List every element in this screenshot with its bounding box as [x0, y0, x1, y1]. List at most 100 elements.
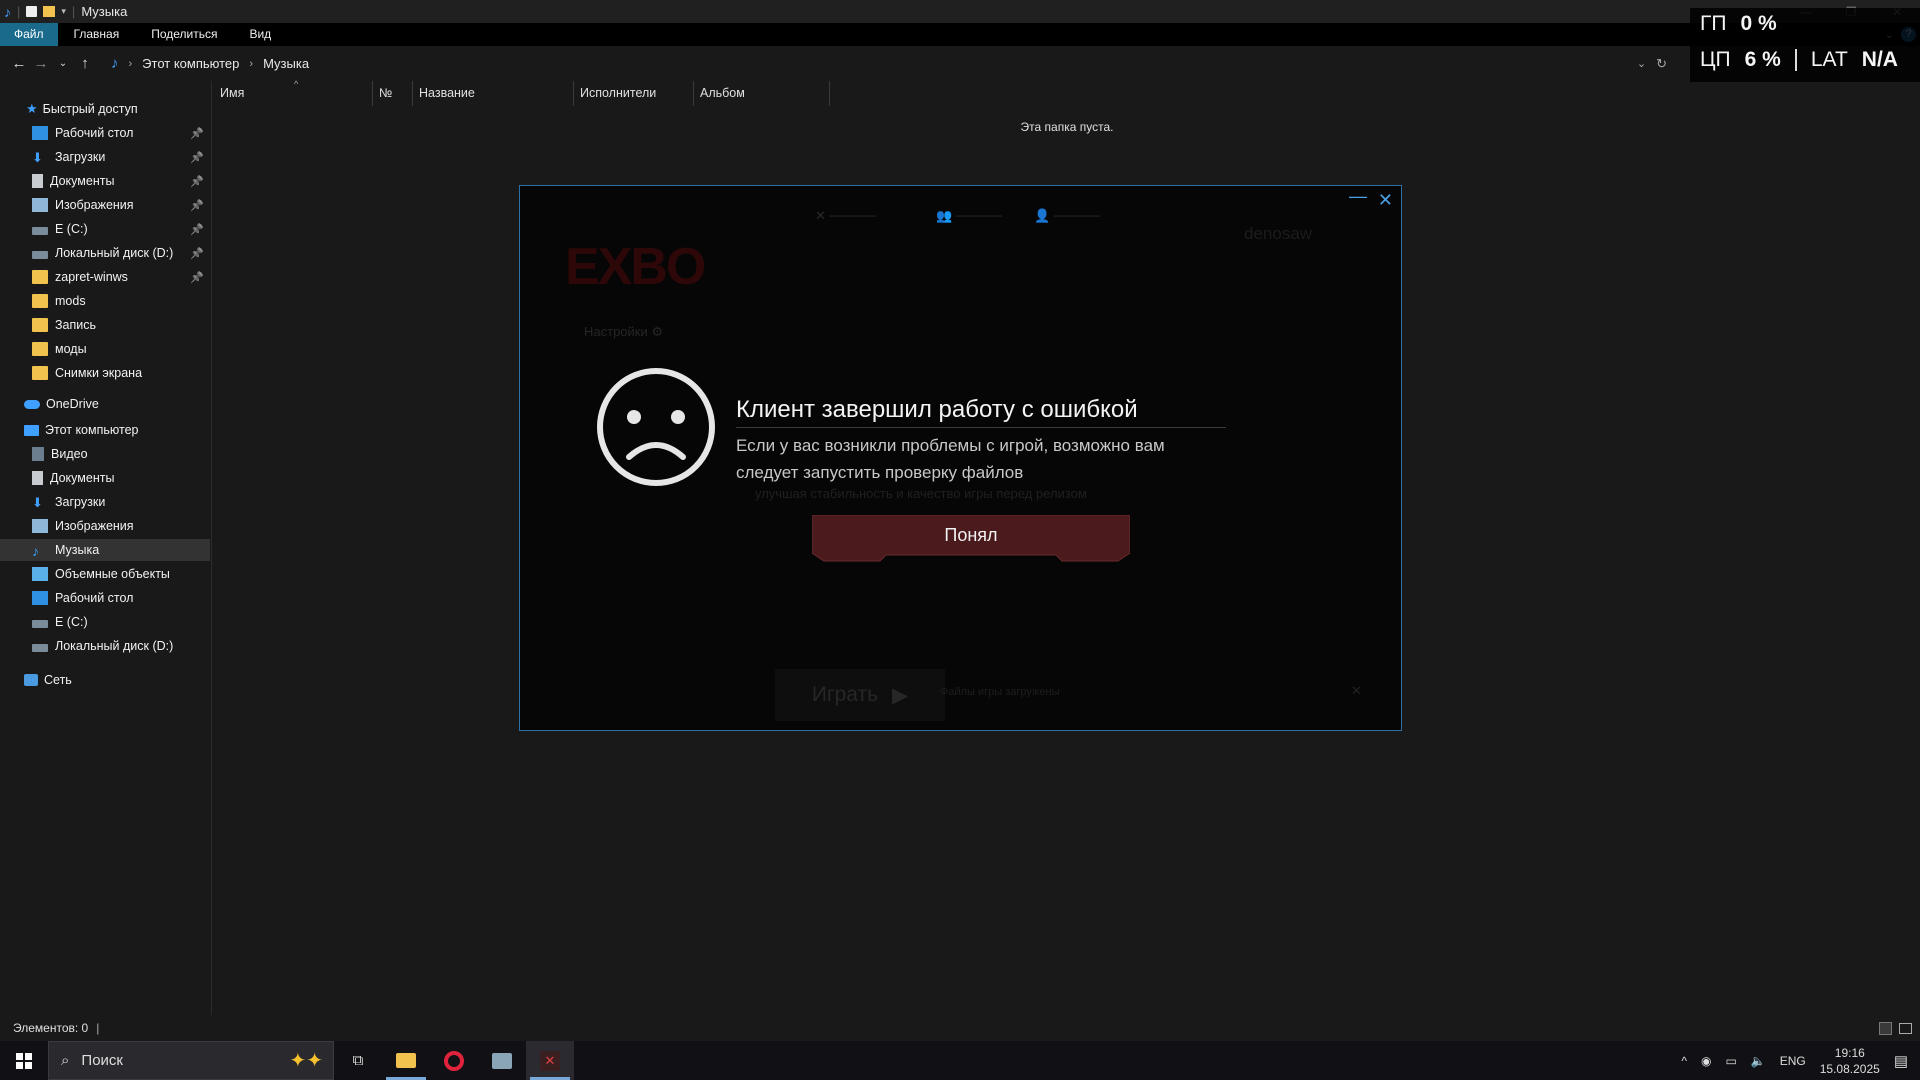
refresh-icon[interactable]: ↻: [1656, 56, 1667, 72]
performance-overlay: ГП 0 % ЦП 6 % LAT N/A: [1690, 8, 1920, 82]
sidebar-item[interactable]: ♪ Музыка: [0, 539, 210, 561]
document-icon: [32, 471, 43, 485]
search-icon: ⌕: [61, 1052, 70, 1069]
sidebar-item-label: mods: [55, 294, 86, 308]
sidebar-item[interactable]: zapret-winws 📌: [0, 266, 210, 288]
copilot-sparkle-icon[interactable]: ✦✦: [289, 1048, 323, 1073]
sidebar-item-label: моды: [55, 342, 87, 356]
empty-folder-message: Эта папка пуста.: [1020, 120, 1114, 134]
search-placeholder: Поиск: [81, 1052, 123, 1069]
forward-button[interactable]: →: [30, 55, 52, 72]
address-dropdown-icon[interactable]: ⌄: [1637, 57, 1646, 70]
sidebar-item-label: zapret-winws: [55, 270, 128, 284]
tab-file[interactable]: Файл: [0, 23, 58, 46]
video-icon: [32, 447, 44, 461]
launcher-minimize-button[interactable]: —: [1349, 186, 1367, 207]
large-icons-view-icon[interactable]: [1899, 1022, 1912, 1034]
sidebar-quick-access[interactable]: ★ Быстрый доступ: [0, 98, 210, 120]
sidebar-item[interactable]: Локальный диск (D:) 📌: [0, 242, 210, 264]
breadcrumb-this-pc[interactable]: Этот компьютер: [142, 56, 239, 71]
play-icon: ▶: [892, 683, 909, 707]
taskbar-opera[interactable]: [430, 1041, 478, 1080]
taskbar-explorer[interactable]: [382, 1041, 430, 1080]
webcam-icon[interactable]: ◉: [1701, 1054, 1711, 1068]
back-button[interactable]: ←: [8, 55, 30, 72]
up-button[interactable]: ↑: [74, 55, 96, 72]
drive-icon: [32, 251, 48, 259]
sidebar-item-label: Загрузки: [55, 150, 106, 164]
error-title: Клиент завершил работу с ошибкой: [736, 396, 1138, 423]
taskbar-search-box[interactable]: ⌕ Поиск ✦✦: [48, 1041, 334, 1080]
network-status-icon[interactable]: ▭: [1725, 1054, 1736, 1068]
window-title: Музыка: [81, 4, 128, 19]
properties-icon[interactable]: [26, 6, 38, 17]
lat-value: N/A: [1861, 48, 1898, 71]
sidebar-item[interactable]: Видео: [0, 443, 210, 465]
sidebar-this-pc[interactable]: Этот компьютер: [0, 419, 210, 441]
ok-button[interactable]: Понял: [812, 515, 1130, 563]
music-icon: ♪: [111, 55, 119, 72]
column-number[interactable]: №: [373, 81, 413, 106]
column-album[interactable]: Альбом: [694, 81, 830, 106]
sidebar-item[interactable]: mods: [0, 290, 210, 312]
task-view-button[interactable]: ⧉: [334, 1041, 382, 1080]
launcher-play-button: Играть ▶: [775, 669, 945, 721]
sidebar-item[interactable]: моды: [0, 338, 210, 360]
taskbar-launcher[interactable]: ✕: [526, 1041, 574, 1080]
launcher-settings-label: Настройки: [584, 324, 648, 339]
new-folder-icon[interactable]: [43, 6, 56, 17]
pin-icon: 📌: [190, 199, 204, 212]
column-name[interactable]: Имя ^: [214, 79, 373, 106]
sidebar-onedrive[interactable]: OneDrive: [0, 393, 210, 415]
launcher-close-button[interactable]: ✕: [1378, 190, 1393, 211]
tab-share[interactable]: Поделиться: [135, 23, 233, 46]
sidebar-item[interactable]: Рабочий стол: [0, 587, 210, 609]
volume-icon[interactable]: 🔈: [1751, 1054, 1766, 1068]
faint-nav-item: ✕ ─────: [815, 208, 876, 223]
show-hidden-icons-chevron[interactable]: ^: [1681, 1054, 1687, 1068]
sidebar-item[interactable]: E (C:) 📌: [0, 218, 210, 240]
sidebar-item[interactable]: Запись: [0, 314, 210, 336]
sidebar-item-label: Рабочий стол: [55, 126, 134, 140]
sidebar-item[interactable]: Изображения: [0, 515, 210, 537]
language-indicator[interactable]: ENG: [1780, 1054, 1806, 1068]
breadcrumb-music[interactable]: Музыка: [263, 56, 309, 71]
notifications-icon[interactable]: ▤: [1894, 1052, 1908, 1070]
tab-home[interactable]: Главная: [58, 23, 136, 46]
system-tray: ^ ◉ ▭ 🔈 ENG 19:16 15.08.2025 ▤: [1681, 1041, 1920, 1080]
taskbar-app[interactable]: [478, 1041, 526, 1080]
chevron-right-icon: ›: [249, 57, 254, 70]
column-artists[interactable]: Исполнители: [574, 81, 694, 106]
sidebar-item[interactable]: Объемные объекты: [0, 563, 210, 585]
cpu-value: 6 %: [1744, 48, 1781, 71]
sidebar-item[interactable]: Локальный диск (D:): [0, 635, 210, 657]
sidebar-item-label: Документы: [50, 174, 115, 188]
sidebar-item-label: Объемные объекты: [55, 567, 170, 581]
sidebar-item[interactable]: Изображения 📌: [0, 194, 210, 216]
item-count: Элементов: 0: [13, 1021, 89, 1035]
tab-view[interactable]: Вид: [233, 23, 287, 46]
sidebar-network[interactable]: Сеть: [0, 669, 210, 691]
sidebar-item[interactable]: E (C:): [0, 611, 210, 633]
folder-icon: [32, 318, 48, 332]
download-icon: ⬇: [32, 150, 43, 165]
breadcrumb[interactable]: ♪ › Этот компьютер › Музыка ⌄ ↻: [104, 51, 1674, 76]
sidebar-item[interactable]: ⬇ Загрузки 📌: [0, 146, 210, 168]
computer-icon: [24, 424, 39, 436]
details-view-icon[interactable]: [1879, 1021, 1892, 1035]
column-title[interactable]: Название: [413, 81, 574, 106]
start-button[interactable]: [0, 1041, 48, 1080]
recent-locations-button[interactable]: ⌄: [52, 58, 74, 69]
task-view-icon: ⧉: [352, 1052, 364, 1069]
sidebar-item[interactable]: Снимки экрана: [0, 362, 210, 384]
clock[interactable]: 19:16 15.08.2025: [1820, 1045, 1880, 1077]
sidebar-item[interactable]: ⬇ Загрузки: [0, 491, 210, 513]
download-icon: ⬇: [32, 495, 43, 510]
cpu-label: ЦП: [1700, 48, 1731, 71]
address-bar: ← → ⌄ ↑ ♪ › Этот компьютер › Музыка ⌄ ↻: [0, 46, 1920, 81]
sidebar-item[interactable]: Документы: [0, 467, 210, 489]
error-message: Если у вас возникли проблемы с игрой, во…: [736, 436, 1165, 482]
sidebar-item[interactable]: Рабочий стол 📌: [0, 122, 210, 144]
sidebar-item[interactable]: Документы 📌: [0, 170, 210, 192]
customize-toolbar-icon[interactable]: ▾: [61, 6, 66, 17]
